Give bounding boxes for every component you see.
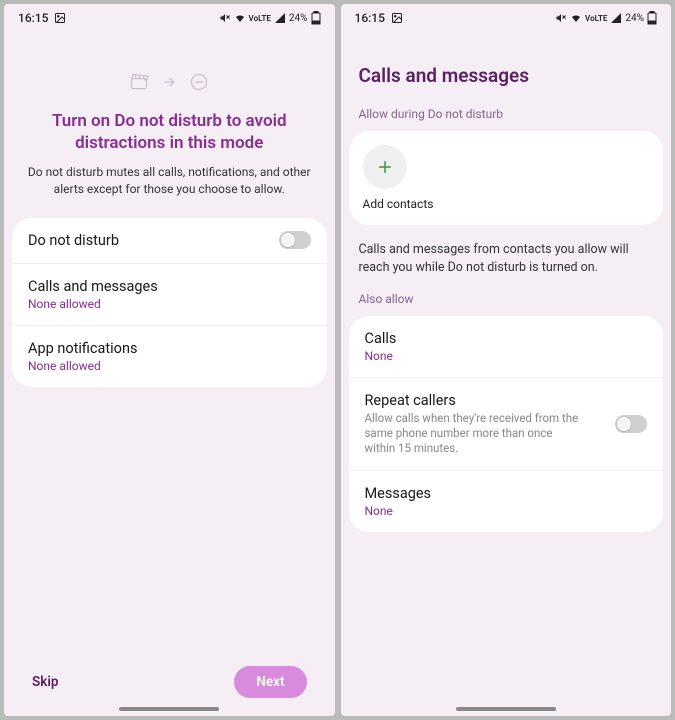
- nav-handle[interactable]: [456, 707, 556, 711]
- status-time: 16:15: [18, 11, 48, 25]
- dnd-circle-icon: [189, 72, 209, 92]
- skip-button[interactable]: Skip: [32, 674, 58, 690]
- row-dnd[interactable]: Do not disturb: [12, 218, 327, 264]
- also-allow-card: Calls None Repeat callers Allow calls wh…: [349, 316, 664, 532]
- phone-screen-2: 16:15 VoLTE 24% Calls and messages Allow…: [341, 4, 672, 716]
- clapper-icon: [129, 72, 149, 92]
- also-allow-label: Also allow: [341, 292, 672, 316]
- row-messages-sub: None: [365, 504, 648, 518]
- plus-icon: [375, 157, 395, 177]
- nav-handle[interactable]: [119, 707, 219, 711]
- row-messages-title: Messages: [365, 485, 648, 502]
- battery-icon: [647, 11, 657, 25]
- hero-icons: [4, 72, 335, 92]
- repeat-toggle[interactable]: [615, 415, 647, 433]
- battery-percent: 24%: [289, 13, 308, 24]
- dnd-toggle[interactable]: [279, 231, 311, 249]
- allow-label: Allow during Do not disturb: [341, 107, 672, 131]
- row-dnd-title: Do not disturb: [28, 232, 311, 249]
- row-calls-title: Calls and messages: [28, 278, 311, 295]
- page-title: Calls and messages: [341, 32, 672, 107]
- image-icon: [54, 12, 66, 24]
- settings-card: Do not disturb Calls and messages None a…: [12, 218, 327, 387]
- row-apps-title: App notifications: [28, 340, 311, 357]
- arrow-right-icon: [161, 74, 177, 90]
- add-contacts-button[interactable]: [363, 145, 407, 189]
- statusbar: 16:15 VoLTE 24%: [4, 4, 335, 32]
- hero-title: Turn on Do not disturb to avoid distract…: [28, 110, 311, 154]
- row-app-notifications[interactable]: App notifications None allowed: [12, 326, 327, 387]
- row-repeat-title: Repeat callers: [365, 392, 648, 409]
- info-text: Calls and messages from contacts you all…: [341, 225, 672, 292]
- wifi-icon: [570, 12, 582, 24]
- next-button[interactable]: Next: [234, 666, 306, 698]
- add-contacts-label: Add contacts: [363, 197, 650, 211]
- hero-desc: Do not disturb mutes all calls, notifica…: [24, 164, 315, 198]
- row-apps-sub: None allowed: [28, 359, 311, 373]
- image-icon: [391, 12, 403, 24]
- signal-icon: [274, 12, 286, 24]
- phone-screen-1: 16:15 VoLTE 24% Turn on Do not disturb t…: [4, 4, 335, 716]
- statusbar: 16:15 VoLTE 24%: [341, 4, 672, 32]
- row-calls[interactable]: Calls None: [349, 316, 664, 378]
- mute-icon: [555, 12, 567, 24]
- wifi-icon: [234, 12, 246, 24]
- battery-icon: [311, 11, 321, 25]
- network-icon: VoLTE: [249, 14, 271, 23]
- row-repeat-desc: Allow calls when they're received from t…: [365, 411, 585, 456]
- battery-percent: 24%: [625, 13, 644, 24]
- row-calls-sub: None: [365, 349, 648, 363]
- mute-icon: [219, 12, 231, 24]
- row-repeat-callers[interactable]: Repeat callers Allow calls when they're …: [349, 378, 664, 471]
- add-contacts-card: Add contacts: [349, 131, 664, 225]
- row-messages[interactable]: Messages None: [349, 471, 664, 532]
- row-calls-messages[interactable]: Calls and messages None allowed: [12, 264, 327, 326]
- status-time: 16:15: [355, 11, 385, 25]
- network-icon: VoLTE: [585, 14, 607, 23]
- signal-icon: [610, 12, 622, 24]
- row-calls-sub: None allowed: [28, 297, 311, 311]
- row-calls-title: Calls: [365, 330, 648, 347]
